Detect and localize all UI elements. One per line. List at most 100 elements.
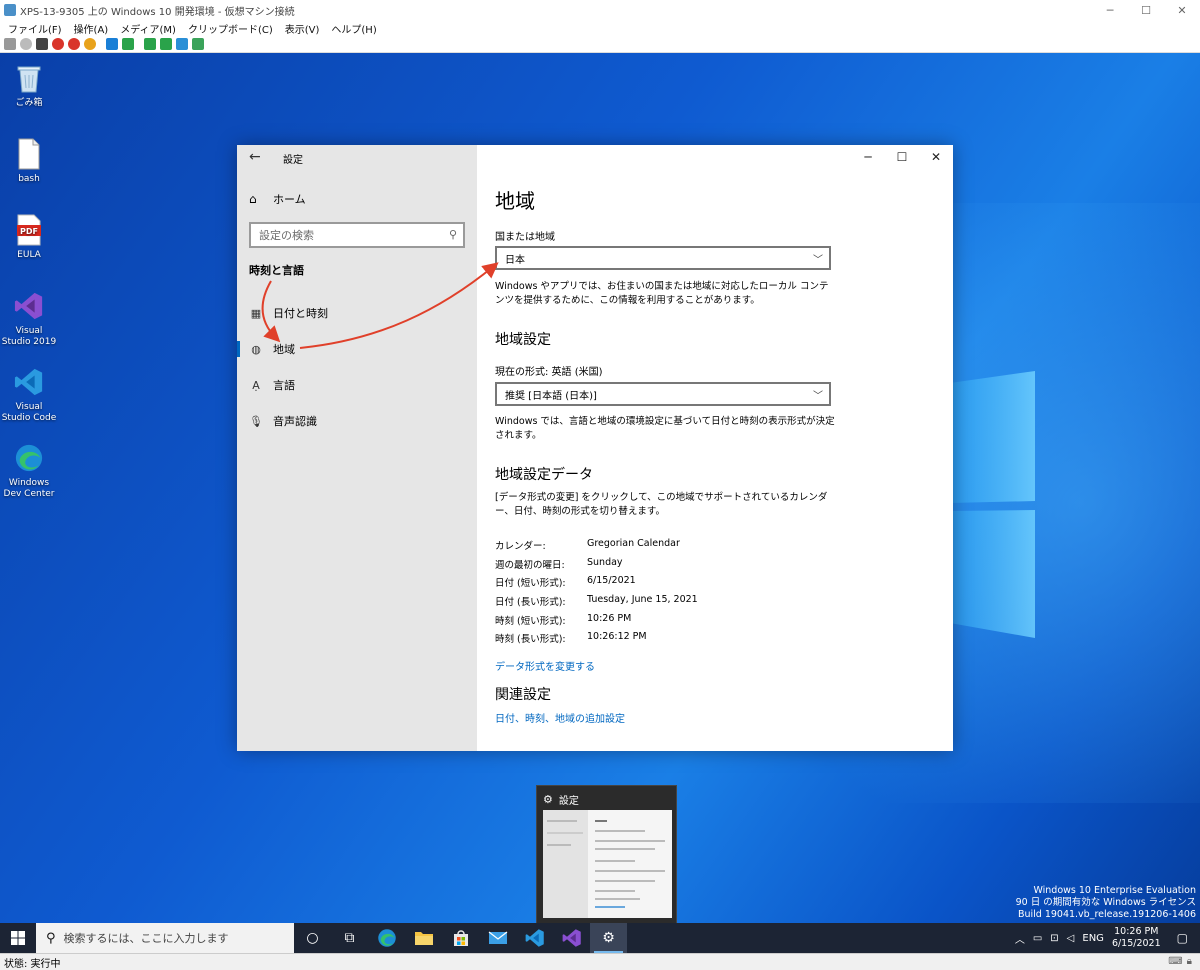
desktop-icon-bash[interactable]: bash <box>0 137 58 185</box>
power-icon[interactable] <box>68 38 80 50</box>
resume-icon[interactable] <box>122 38 134 50</box>
ctrl-alt-del-icon[interactable] <box>4 38 16 50</box>
calendar-clock-icon: ▦ <box>250 306 262 320</box>
network-icon[interactable]: ⊡ <box>1050 933 1058 944</box>
gear-icon: ⚙ <box>602 930 615 946</box>
row-value: Sunday <box>587 557 623 568</box>
desktop-icon-visual-studio-2019[interactable]: Visual Studio 2019 <box>0 289 58 348</box>
save-state-icon[interactable] <box>84 38 96 50</box>
row-key: 週の最初の曜日: <box>495 560 565 571</box>
country-description: Windows やアプリでは、お住まいの国または地域に対応したローカル コンテン… <box>495 281 829 306</box>
desktop-icon-windows-dev-center[interactable]: Windows Dev Center <box>0 441 58 500</box>
share-icon[interactable] <box>192 38 204 50</box>
sidebar-item-language[interactable]: Ạ 言語 <box>237 370 477 400</box>
store-icon <box>453 930 468 946</box>
country-label: 国または地域 <box>495 232 555 243</box>
back-arrow-icon[interactable]: ← <box>249 149 261 165</box>
keyboard-icon: ⌨ <box>1168 956 1183 967</box>
sidebar-item-label: 音声認識 <box>273 415 317 428</box>
vm-minimize-button[interactable]: ─ <box>1092 0 1128 20</box>
revert-icon[interactable] <box>160 38 172 50</box>
country-dropdown[interactable]: 日本 ﹀ <box>495 246 831 270</box>
checkpoint-icon[interactable] <box>144 38 156 50</box>
system-tray: ︿ ▭ ⊡ ◁ ENG 10:26 PM 6/15/2021 ▢ <box>1015 923 1200 953</box>
edge-icon <box>377 929 396 947</box>
task-view-button[interactable]: ⧉ <box>331 923 368 953</box>
page-title: 地域 <box>495 189 535 213</box>
shutdown-icon[interactable] <box>52 38 64 50</box>
format-dropdown[interactable]: 推奨 [日本語 (日本)] ﹀ <box>495 382 831 406</box>
vm-menu-media[interactable]: メディア(M) <box>120 21 176 36</box>
taskbar-search-input[interactable]: ⚲ 検索するには、ここに入力します <box>36 923 294 953</box>
watermark-line2: 90 日 の期間有効な Windows ライセンス <box>1015 897 1196 908</box>
language-icon: Ạ <box>252 378 260 392</box>
search-icon[interactable]: ⚲ <box>449 228 457 241</box>
vm-menu-help[interactable]: ヘルプ(H) <box>331 21 376 36</box>
notification-icon[interactable]: ▢ <box>1177 931 1188 945</box>
vm-menubar: ファイル(F) 操作(A) メディア(M) クリップボード(C) 表示(V) ヘ… <box>0 20 1200 36</box>
row-key: 日付 (短い形式): <box>495 578 566 589</box>
data-heading: 地域設定データ <box>495 467 593 483</box>
volume-icon[interactable]: ◁ <box>1067 933 1075 944</box>
taskbar-thumbnail-settings[interactable]: ⚙ 設定 <box>536 785 677 924</box>
taskbar-vscode[interactable] <box>516 923 553 953</box>
taskbar-file-explorer[interactable] <box>405 923 442 953</box>
row-value: 10:26:12 PM <box>587 631 647 642</box>
data-row-calendar: カレンダー: Gregorian Calendar <box>495 538 795 556</box>
vm-close-button[interactable]: ✕ <box>1164 0 1200 20</box>
taskbar-mail[interactable] <box>479 923 516 953</box>
sidebar-item-region[interactable]: ◍ 地域 <box>237 334 477 364</box>
change-data-format-link[interactable]: データ形式を変更する <box>495 658 595 673</box>
app-title: 設定 <box>283 155 303 166</box>
vm-menu-action[interactable]: 操作(A) <box>74 21 109 36</box>
language-indicator[interactable]: ENG <box>1082 933 1104 944</box>
desktop-icon-label: bash <box>18 174 40 184</box>
vm-menu-view[interactable]: 表示(V) <box>285 21 320 36</box>
start-icon[interactable] <box>20 38 32 50</box>
enhanced-session-icon[interactable] <box>176 38 188 50</box>
pdf-badge: PDF <box>20 227 38 236</box>
battery-icon[interactable]: ▭ <box>1033 933 1042 944</box>
nav-home[interactable]: ⌂ ホーム <box>249 191 306 207</box>
sidebar-item-label: 言語 <box>273 379 295 392</box>
data-row-short-time: 時刻 (短い形式): 10:26 PM <box>495 613 795 631</box>
row-value: Tuesday, June 15, 2021 <box>587 594 698 605</box>
row-value: 10:26 PM <box>587 613 632 624</box>
search-icon: ⚲ <box>46 930 56 946</box>
desktop-icon-label: Windows Dev Center <box>3 478 55 499</box>
sidebar-item-speech[interactable]: 🎙︎ 音声認識 <box>237 406 477 436</box>
sidebar-item-label: 地域 <box>273 343 295 356</box>
taskbar-store[interactable] <box>442 923 479 953</box>
desktop-icon-eula[interactable]: PDF EULA <box>0 213 58 261</box>
desktop-icon-recycle-bin[interactable]: ごみ箱 <box>0 61 58 109</box>
sidebar-item-date-time[interactable]: ▦ 日付と時刻 <box>237 298 477 328</box>
task-view-icon: ⧉ <box>344 930 355 946</box>
minimize-button[interactable]: ─ <box>851 145 885 169</box>
start-button[interactable] <box>0 923 36 953</box>
taskbar-settings[interactable]: ⚙ <box>590 923 627 953</box>
chevron-up-icon[interactable]: ︿ <box>1015 931 1025 946</box>
format-value: 推奨 [日本語 (日本)] <box>505 390 597 402</box>
turn-off-icon[interactable] <box>36 38 48 50</box>
taskbar-edge[interactable] <box>368 923 405 953</box>
lock-icon: 🔒︎ <box>1186 956 1192 967</box>
additional-settings-link[interactable]: 日付、時刻、地域の追加設定 <box>495 710 625 725</box>
settings-search-input[interactable]: 設定の検索 ⚲ <box>249 222 465 248</box>
taskbar-visual-studio[interactable] <box>553 923 590 953</box>
watermark-line3: Build 19041.vb_release.191206-1406 <box>1017 909 1196 920</box>
vm-menu-clipboard[interactable]: クリップボード(C) <box>188 21 273 36</box>
pause-icon[interactable] <box>106 38 118 50</box>
related-heading: 関連設定 <box>495 687 551 703</box>
vm-menu-file[interactable]: ファイル(F) <box>8 21 62 36</box>
close-button[interactable]: ✕ <box>919 145 953 169</box>
desktop-icon-vscode[interactable]: Visual Studio Code <box>0 365 58 424</box>
vm-maximize-button[interactable]: ☐ <box>1128 0 1164 20</box>
country-value: 日本 <box>505 254 525 266</box>
maximize-button[interactable]: ☐ <box>885 145 919 169</box>
vm-app-icon <box>4 4 16 16</box>
taskbar: ⚲ 検索するには、ここに入力します ○ ⧉ ⚙ ︿ ▭ ⊡ ◁ ENG 10:2… <box>0 923 1200 953</box>
taskbar-clock[interactable]: 10:26 PM 6/15/2021 <box>1112 926 1161 950</box>
vm-title: XPS-13-9305 上の Windows 10 開発環境 - 仮想マシン接続 <box>20 6 295 18</box>
data-row-long-time: 時刻 (長い形式): 10:26:12 PM <box>495 631 795 649</box>
cortana-button[interactable]: ○ <box>294 923 331 953</box>
